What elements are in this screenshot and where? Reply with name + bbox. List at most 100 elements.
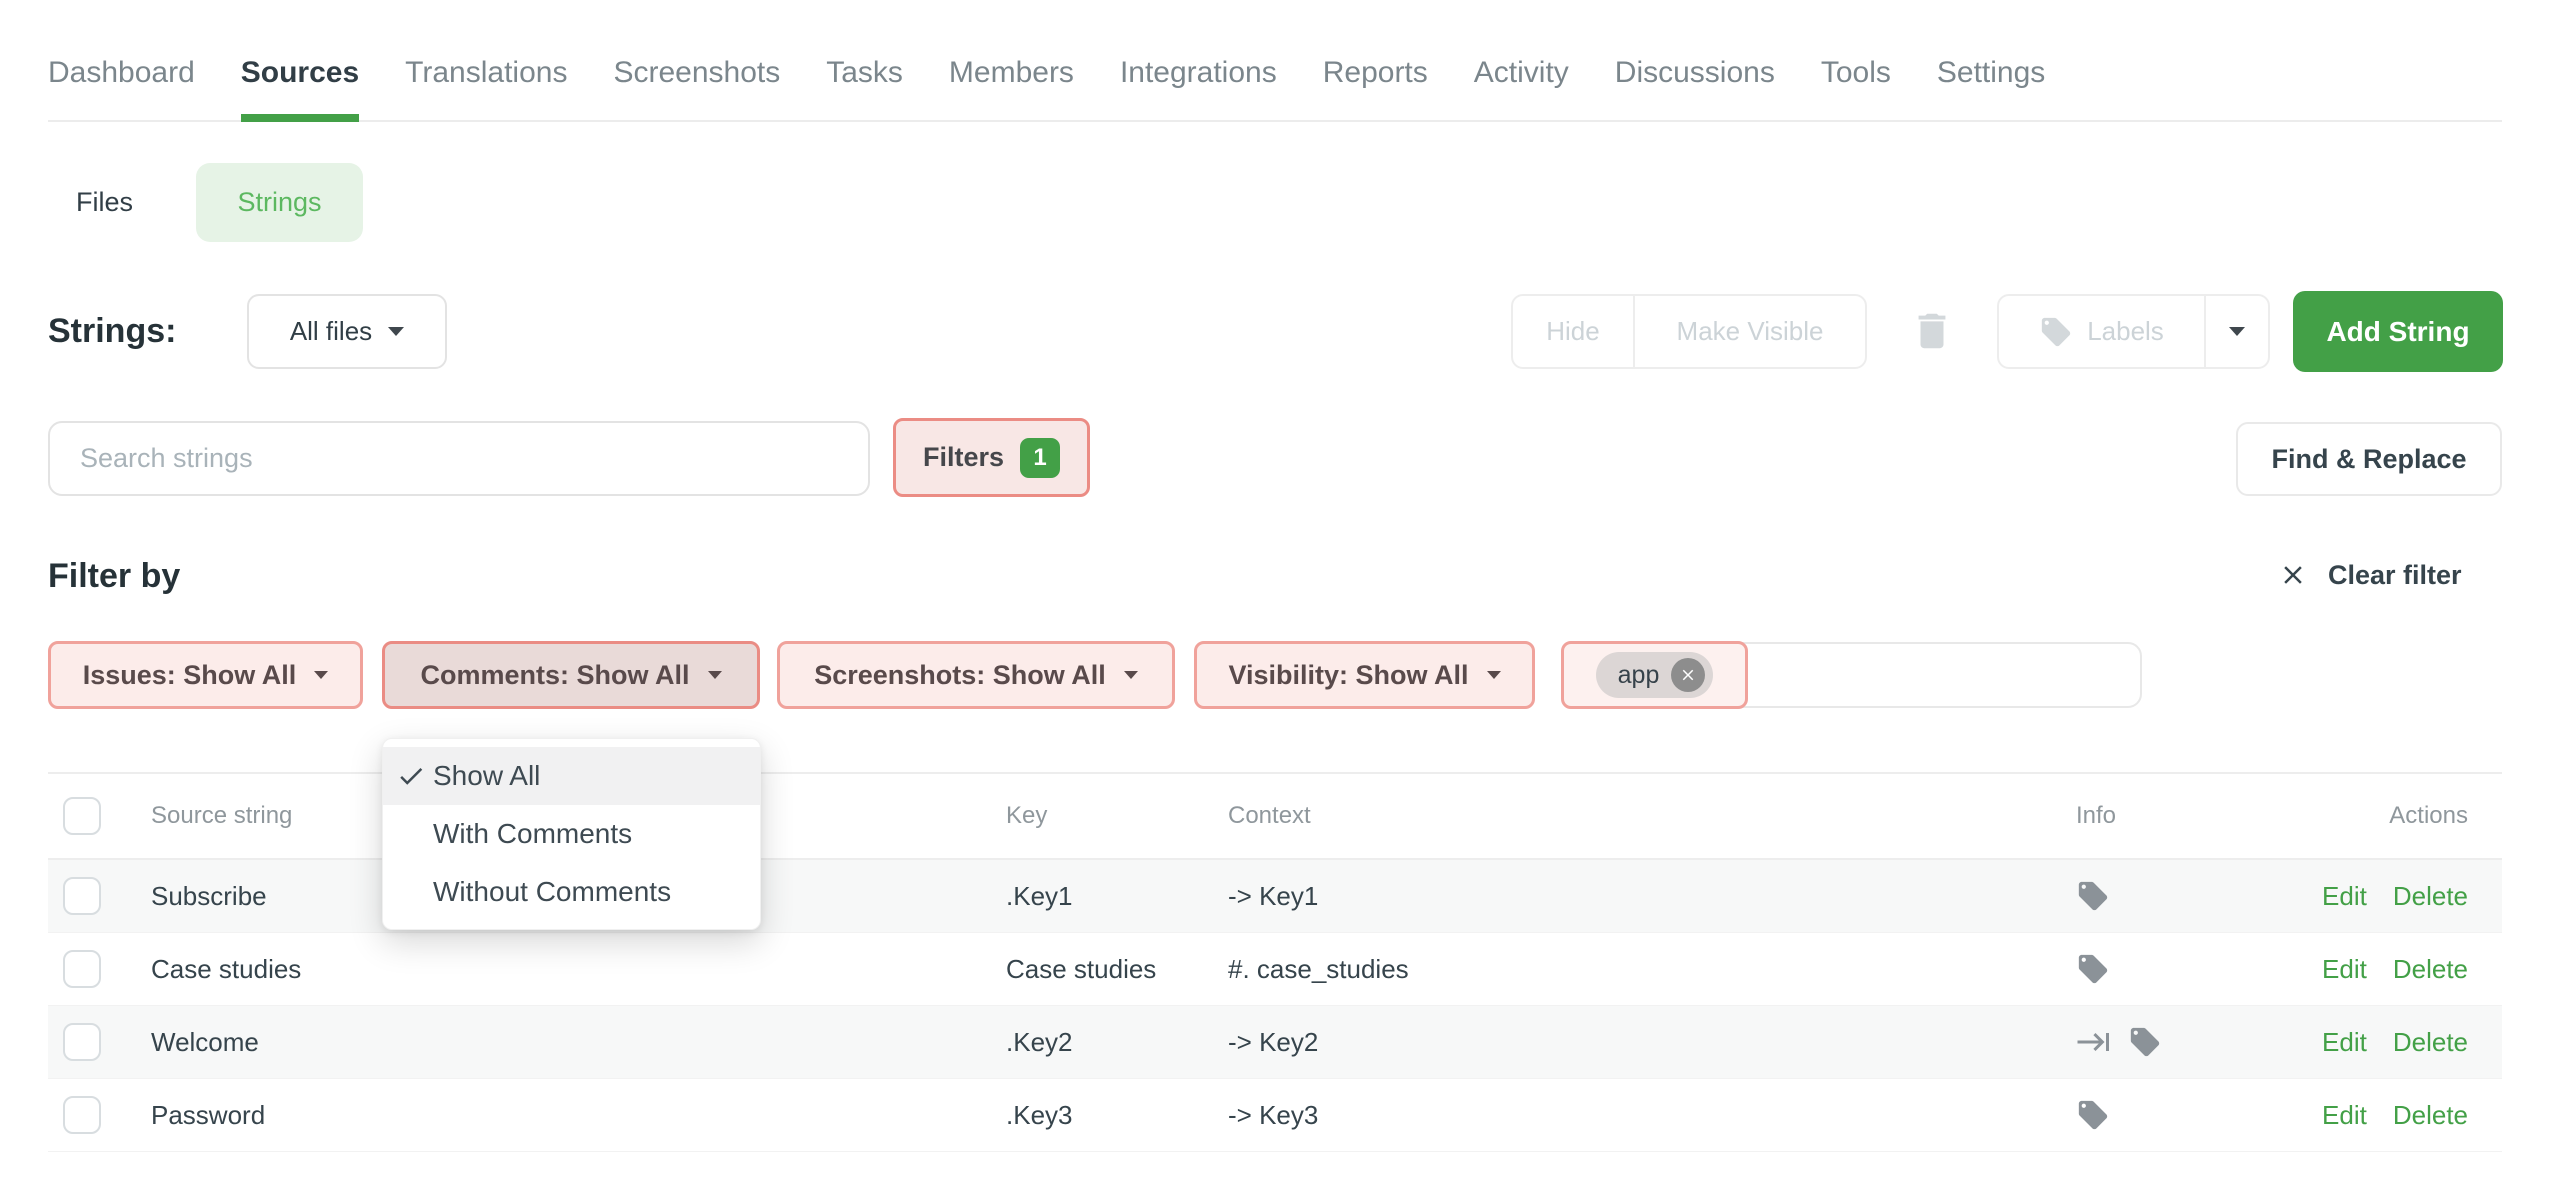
nav-item-screenshots[interactable]: Screenshots	[613, 56, 780, 120]
column-header-actions: Actions	[2389, 774, 2468, 858]
tab-strings[interactable]: Strings	[196, 163, 363, 242]
row-checkbox[interactable]	[63, 1096, 101, 1134]
labels-button-label: Labels	[2087, 316, 2164, 347]
search-input[interactable]	[48, 421, 870, 496]
context-cell: -> Key2	[1228, 1006, 1318, 1078]
info-cell	[2076, 933, 2110, 1005]
nav-item-discussions[interactable]: Discussions	[1615, 56, 1775, 120]
nav-item-activity[interactable]: Activity	[1474, 56, 1569, 120]
context-cell: #. case_studies	[1228, 933, 1409, 1005]
menu-item-label: Show All	[433, 760, 540, 792]
nav-item-translations[interactable]: Translations	[405, 56, 567, 120]
label-chip: app	[1596, 652, 1714, 698]
chevron-down-icon	[1124, 671, 1138, 679]
table-row: Password .Key3 -> Key3 Edit Delete	[48, 1079, 2502, 1152]
nav-item-members[interactable]: Members	[949, 56, 1074, 120]
source-string-cell: Subscribe	[151, 860, 267, 932]
edit-link[interactable]: Edit	[2322, 954, 2367, 985]
chevron-down-icon	[314, 671, 328, 679]
chevron-down-icon	[2229, 327, 2245, 336]
edit-link[interactable]: Edit	[2322, 1027, 2367, 1058]
tag-icon	[2076, 879, 2110, 913]
screenshots-filter-label: Screenshots: Show All	[814, 660, 1106, 691]
info-cell	[2076, 1079, 2110, 1151]
nav-item-settings[interactable]: Settings	[1937, 56, 2045, 120]
nav-item-sources[interactable]: Sources	[241, 56, 359, 120]
comments-dropdown-menu: Show All With Comments Without Comments	[382, 738, 761, 930]
issues-filter-dropdown[interactable]: Issues: Show All	[48, 641, 363, 709]
file-filter-value: All files	[290, 316, 372, 347]
filters-count-badge: 1	[1020, 438, 1060, 478]
tag-icon	[2128, 1025, 2162, 1059]
delete-link[interactable]: Delete	[2393, 954, 2468, 985]
delete-link[interactable]: Delete	[2393, 1027, 2468, 1058]
nav-item-integrations[interactable]: Integrations	[1120, 56, 1277, 120]
tag-icon	[2076, 952, 2110, 986]
make-visible-button[interactable]: Make Visible	[1635, 296, 1865, 367]
chevron-down-icon	[1487, 671, 1501, 679]
delete-link[interactable]: Delete	[2393, 1100, 2468, 1131]
delete-link[interactable]: Delete	[2393, 881, 2468, 912]
table-row: Case studies Case studies #. case_studie…	[48, 933, 2502, 1006]
nav-item-tasks[interactable]: Tasks	[826, 56, 903, 120]
row-checkbox[interactable]	[63, 1023, 101, 1061]
labels-button-group: Labels	[1997, 294, 2270, 369]
close-icon	[2278, 560, 2308, 590]
column-header-info: Info	[2076, 774, 2116, 858]
edit-link[interactable]: Edit	[2322, 1100, 2367, 1131]
remove-label-button[interactable]	[1671, 658, 1705, 692]
column-header-context: Context	[1228, 774, 1311, 858]
label-chip-text: app	[1618, 661, 1660, 690]
nav-item-tools[interactable]: Tools	[1821, 56, 1891, 120]
delete-strings-button[interactable]	[1903, 302, 1961, 360]
key-cell: Case studies	[1006, 933, 1156, 1005]
keyboard-tab-icon	[2076, 1024, 2112, 1060]
clear-filter-label: Clear filter	[2328, 560, 2462, 591]
menu-item-label: Without Comments	[433, 876, 671, 908]
visibility-filter-label: Visibility: Show All	[1228, 660, 1468, 691]
find-replace-button[interactable]: Find & Replace	[2236, 422, 2502, 496]
context-cell: -> Key3	[1228, 1079, 1318, 1151]
filter-by-title: Filter by	[48, 549, 180, 604]
menu-item-with-comments[interactable]: With Comments	[383, 805, 760, 863]
source-string-cell: Case studies	[151, 933, 301, 1005]
strings-page: Dashboard Sources Translations Screensho…	[0, 0, 2550, 1187]
key-cell: .Key3	[1006, 1079, 1073, 1151]
chevron-down-icon	[708, 671, 722, 679]
select-all-checkbox[interactable]	[63, 797, 101, 835]
top-navigation: Dashboard Sources Translations Screensho…	[48, 0, 2502, 122]
row-checkbox[interactable]	[63, 877, 101, 915]
screenshots-filter-dropdown[interactable]: Screenshots: Show All	[777, 641, 1175, 709]
visibility-filter-dropdown[interactable]: Visibility: Show All	[1194, 641, 1535, 709]
clear-filter-button[interactable]: Clear filter	[2278, 553, 2462, 597]
tag-icon	[2039, 315, 2073, 349]
nav-item-reports[interactable]: Reports	[1323, 56, 1428, 120]
menu-item-show-all[interactable]: Show All	[383, 747, 760, 805]
labels-button[interactable]: Labels	[1999, 296, 2206, 367]
comments-filter-dropdown[interactable]: Comments: Show All	[382, 641, 760, 709]
labels-dropdown-button[interactable]	[2206, 296, 2268, 367]
nav-item-dashboard[interactable]: Dashboard	[48, 56, 195, 120]
tag-icon	[2076, 1098, 2110, 1132]
filters-button[interactable]: Filters 1	[893, 418, 1090, 497]
add-string-button[interactable]: Add String	[2293, 291, 2503, 372]
menu-item-label: With Comments	[433, 818, 632, 850]
hide-button[interactable]: Hide	[1513, 296, 1635, 367]
visibility-button-group: Hide Make Visible	[1511, 294, 1867, 369]
tab-files[interactable]: Files	[48, 163, 161, 242]
trash-icon	[1909, 308, 1955, 354]
issues-filter-label: Issues: Show All	[83, 660, 297, 691]
column-header-key: Key	[1006, 774, 1047, 858]
info-cell	[2076, 860, 2110, 932]
info-cell	[2076, 1006, 2162, 1078]
labels-filter-active-box: app	[1561, 641, 1748, 709]
menu-item-without-comments[interactable]: Without Comments	[383, 863, 760, 921]
row-checkbox[interactable]	[63, 950, 101, 988]
edit-link[interactable]: Edit	[2322, 881, 2367, 912]
context-cell: -> Key1	[1228, 860, 1318, 932]
check-icon	[396, 761, 426, 791]
column-header-source-string: Source string	[151, 774, 292, 858]
chevron-down-icon	[388, 327, 404, 336]
key-cell: .Key1	[1006, 860, 1073, 932]
file-filter-dropdown[interactable]: All files	[247, 294, 447, 369]
